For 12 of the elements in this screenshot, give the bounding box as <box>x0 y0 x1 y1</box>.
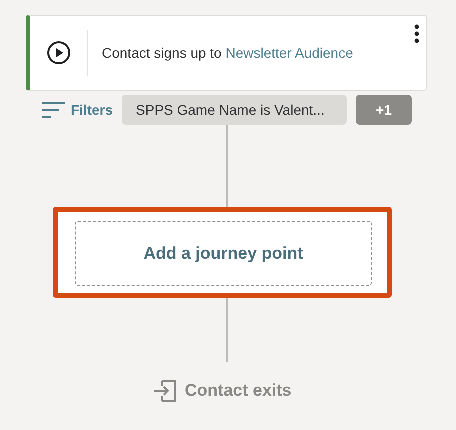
more-filters-count[interactable]: +1 <box>356 95 412 125</box>
trigger-text: Contact signs up to Newsletter Audience <box>101 44 354 63</box>
more-icon[interactable] <box>414 24 420 44</box>
trigger-card[interactable]: Contact signs up to Newsletter Audience <box>26 15 427 91</box>
audience-link[interactable]: Newsletter Audience <box>226 44 354 60</box>
contact-exits-label: Contact exits <box>185 380 292 402</box>
filter-icon <box>42 102 65 118</box>
play-icon <box>46 41 70 65</box>
filters-label[interactable]: Filters <box>71 100 114 120</box>
filter-chip[interactable]: SPPS Game Name is Valent... <box>122 95 348 125</box>
add-journey-point-button[interactable]: Add a journey point <box>75 221 372 286</box>
exit-icon <box>153 378 177 403</box>
